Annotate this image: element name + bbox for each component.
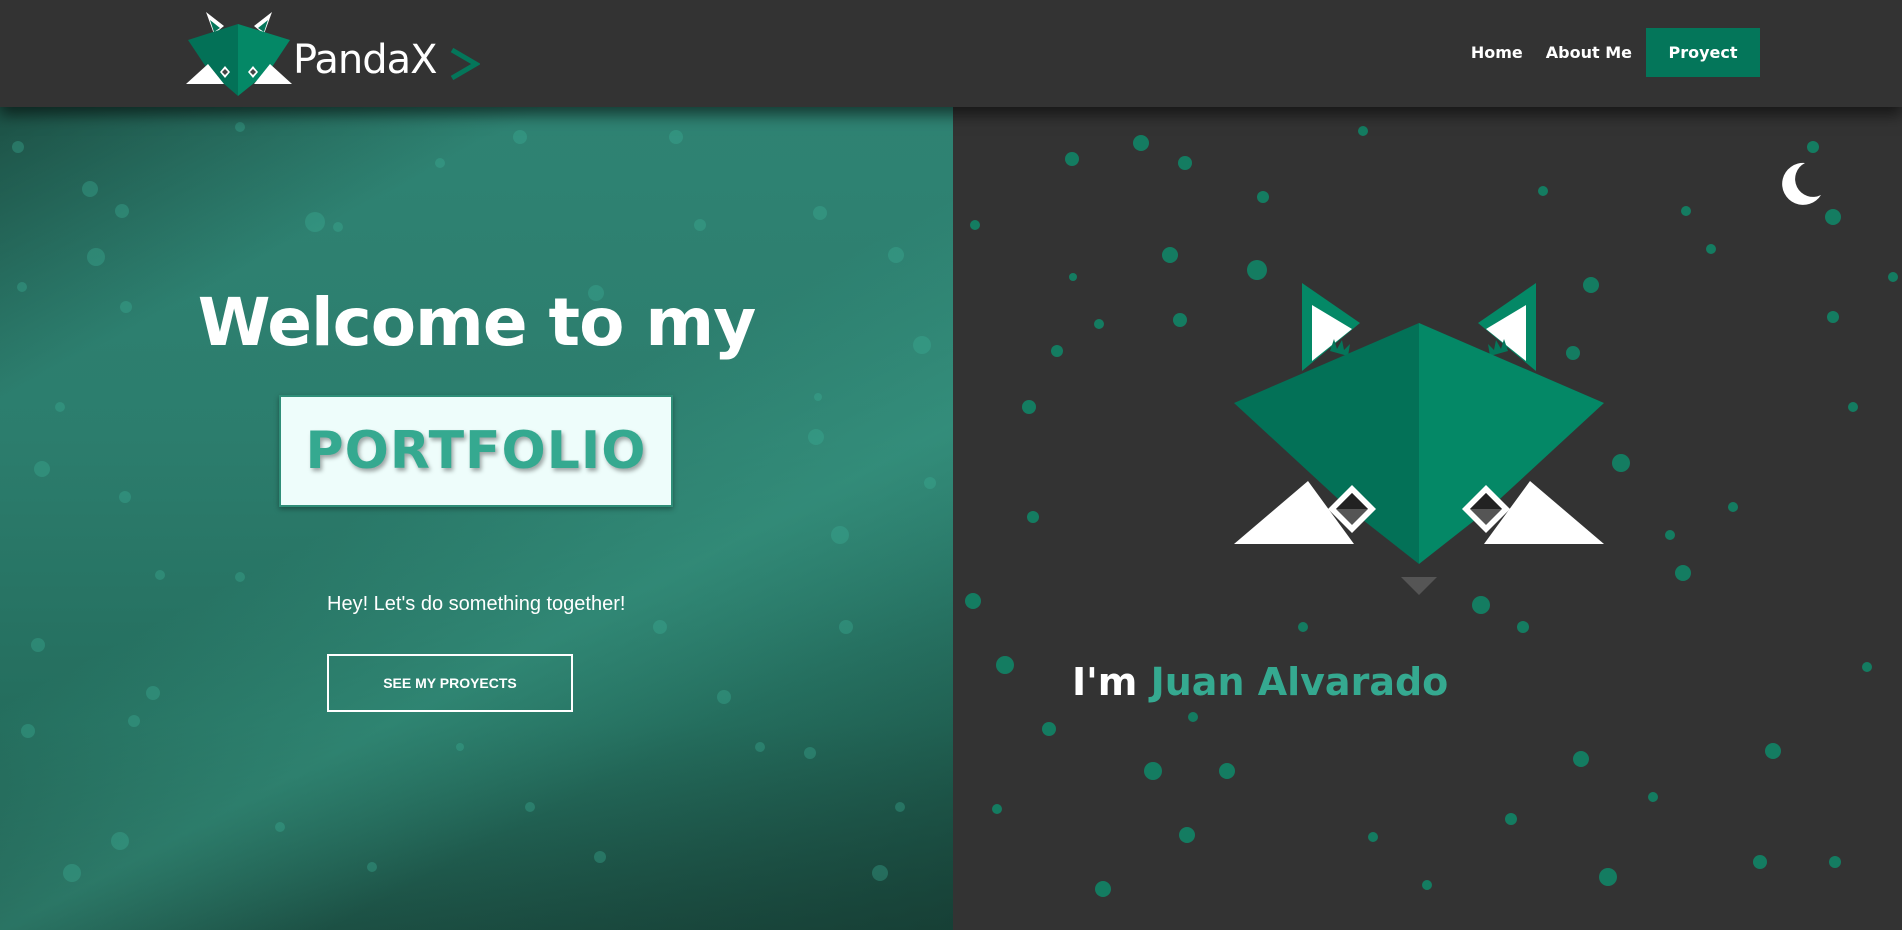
intro-greeting: I'm: [1072, 660, 1138, 704]
see-my-proyects-button[interactable]: SEE MY PROYECTS: [327, 654, 573, 712]
welcome-heading: Welcome to my: [197, 284, 756, 361]
site-header: PandaX Home About Me Proyect: [0, 0, 1902, 107]
profile-name: Juan Alvarado: [1150, 660, 1449, 704]
profile-panel: I'm Juan Alvarado: [953, 107, 1902, 930]
brand-logo-link[interactable]: PandaX: [186, 10, 486, 98]
chevron-right-icon: [450, 47, 480, 81]
fox-mascot-illustration: [1234, 283, 1604, 595]
moon-icon[interactable]: [1775, 159, 1825, 209]
main-nav: Home About Me Proyect: [1448, 28, 1760, 77]
portfolio-badge: PORTFOLIO: [279, 395, 673, 507]
nav-proyect-button[interactable]: Proyect: [1646, 28, 1760, 77]
brand-name: PandaX: [293, 37, 437, 83]
fox-logo-icon: [186, 12, 292, 96]
hero-welcome-panel: Welcome to my PORTFOLIO Hey! Let's do so…: [0, 107, 953, 930]
nav-about-me[interactable]: About Me: [1546, 28, 1632, 77]
portfolio-label: PORTFOLIO: [305, 421, 647, 481]
tagline-text: Hey! Let's do something together!: [327, 593, 626, 615]
intro-heading: I'm Juan Alvarado: [1072, 663, 1448, 701]
particle-background: [12, 122, 936, 882]
nav-home[interactable]: Home: [1471, 28, 1523, 77]
